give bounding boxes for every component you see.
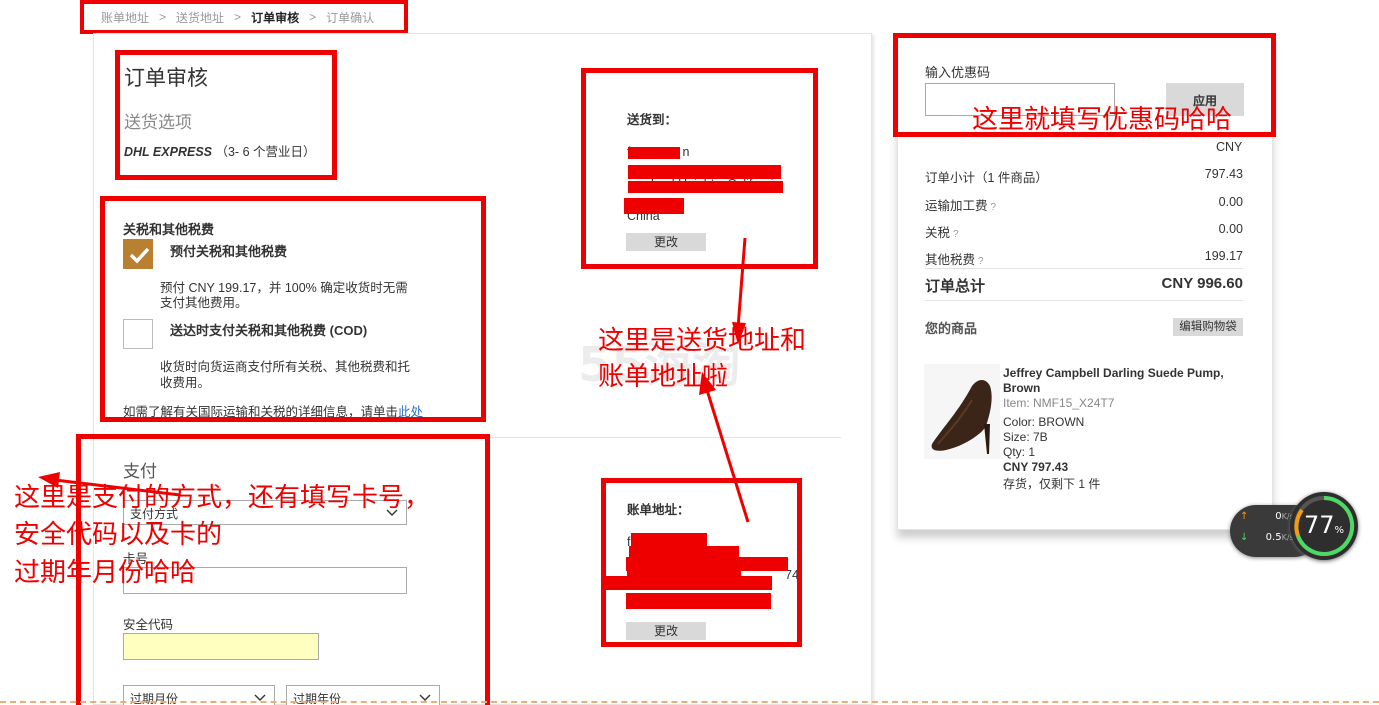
- arrow-to-ship: [736, 237, 747, 329]
- annotation-address-note-2: 账单地址啦: [598, 362, 729, 392]
- arrow-to-note: [705, 389, 750, 523]
- annotation-payment-note-1: 这里是支付的方式，还有填写卡号，: [14, 483, 431, 513]
- annotation-payment-note-2: 安全代码以及卡的: [14, 520, 223, 550]
- annotation-address-note-1: 这里是送货地址和: [598, 326, 807, 356]
- annotation-coupon-note: 这里就填写优惠码哈哈: [972, 105, 1233, 135]
- annotation-payment-note-3: 过期年月份哈哈: [14, 558, 197, 588]
- bottom-dashed-divider: [0, 701, 1379, 703]
